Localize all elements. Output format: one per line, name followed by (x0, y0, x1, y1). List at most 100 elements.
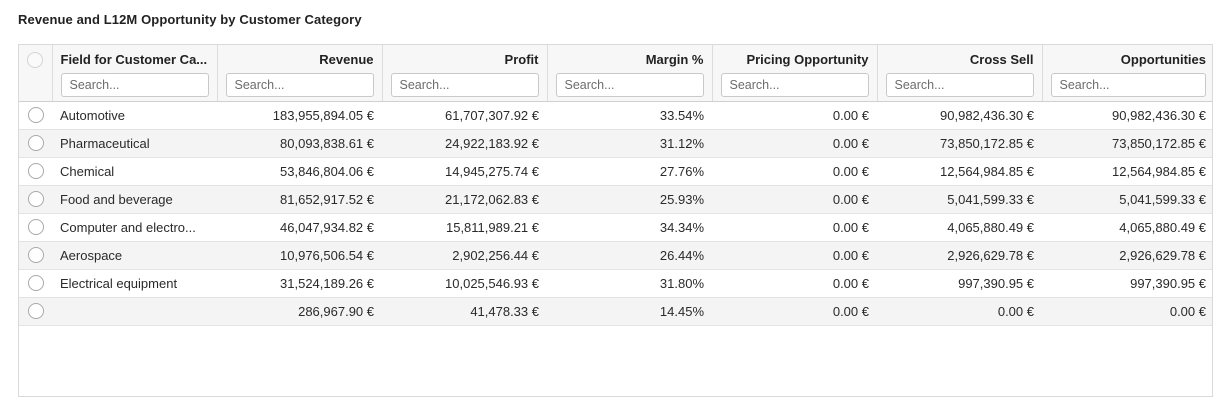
opportunities-cell: 2,926,629.78 € (1042, 241, 1212, 270)
pricing-opportunity-search-input[interactable] (720, 73, 869, 97)
opportunities-cell: 997,390.95 € (1042, 269, 1212, 298)
opportunities-cell: 73,850,172.85 € (1042, 129, 1212, 158)
column-label[interactable]: Opportunities (1051, 52, 1206, 68)
column-header-customer-category[interactable]: Field for Customer Ca... (52, 45, 218, 102)
table-row[interactable]: Electrical equipment 31,524,189.26 € 10,… (19, 269, 1212, 298)
column-label[interactable]: Revenue (226, 52, 373, 68)
row-select-radio[interactable] (27, 107, 44, 124)
table-row[interactable]: 286,967.90 € 41,478.33 € 14.45% 0.00 € 0… (19, 297, 1212, 326)
opportunities-cell: 0.00 € (1042, 297, 1212, 326)
column-header-profit[interactable]: Profit (382, 45, 548, 102)
category-cell: Electrical equipment (52, 269, 217, 298)
cross-sell-cell: 90,982,436.30 € (877, 101, 1042, 130)
margin-cell: 27.76% (547, 157, 712, 186)
row-select-cell (19, 297, 52, 326)
row-select-radio[interactable] (27, 303, 44, 320)
cross-sell-search-input[interactable] (885, 73, 1034, 97)
margin-cell: 14.45% (547, 297, 712, 326)
report-title: Revenue and L12M Opportunity by Customer… (18, 12, 362, 27)
pricing-opportunity-cell: 0.00 € (712, 129, 877, 158)
category-cell: Computer and electro... (52, 213, 217, 242)
column-header-revenue[interactable]: Revenue (217, 45, 383, 102)
cross-sell-cell: 73,850,172.85 € (877, 129, 1042, 158)
data-grid: Field for Customer Ca... Revenue Profit … (18, 44, 1213, 397)
row-select-radio[interactable] (27, 163, 44, 180)
opportunities-cell: 90,982,436.30 € (1042, 101, 1212, 130)
column-label[interactable]: Field for Customer Ca... (61, 52, 209, 68)
table-body: Automotive 183,955,894.05 € 61,707,307.9… (19, 101, 1212, 326)
table-row[interactable]: Chemical 53,846,804.06 € 14,945,275.74 €… (19, 157, 1212, 186)
row-select-radio[interactable] (27, 191, 44, 208)
margin-search-input[interactable] (555, 73, 704, 97)
table-row[interactable]: Automotive 183,955,894.05 € 61,707,307.9… (19, 101, 1212, 130)
profit-cell: 15,811,989.21 € (382, 213, 547, 242)
profit-cell: 2,902,256.44 € (382, 241, 547, 270)
revenue-cell: 31,524,189.26 € (217, 269, 382, 298)
profit-cell: 14,945,275.74 € (382, 157, 547, 186)
margin-cell: 31.12% (547, 129, 712, 158)
cross-sell-cell: 12,564,984.85 € (877, 157, 1042, 186)
customer-category-search-input[interactable] (60, 73, 209, 97)
row-select-cell (19, 213, 52, 242)
profit-cell: 61,707,307.92 € (382, 101, 547, 130)
profit-cell: 10,025,546.93 € (382, 269, 547, 298)
table-row[interactable]: Aerospace 10,976,506.54 € 2,902,256.44 €… (19, 241, 1212, 270)
pricing-opportunity-cell: 0.00 € (712, 185, 877, 214)
opportunities-cell: 4,065,880.49 € (1042, 213, 1212, 242)
data-table: Field for Customer Ca... Revenue Profit … (19, 45, 1212, 326)
cross-sell-cell: 4,065,880.49 € (877, 213, 1042, 242)
opportunities-cell: 12,564,984.85 € (1042, 157, 1212, 186)
row-select-radio[interactable] (27, 275, 44, 292)
row-select-cell (19, 157, 52, 186)
profit-cell: 24,922,183.92 € (382, 129, 547, 158)
column-label[interactable]: Pricing Opportunity (721, 52, 868, 68)
pricing-opportunity-cell: 0.00 € (712, 213, 877, 242)
row-select-cell (19, 269, 52, 298)
row-select-radio[interactable] (27, 219, 44, 236)
category-cell: Chemical (52, 157, 217, 186)
column-label[interactable]: Margin % (556, 52, 704, 68)
table-row[interactable]: Food and beverage 81,652,917.52 € 21,172… (19, 185, 1212, 214)
pricing-opportunity-cell: 0.00 € (712, 241, 877, 270)
opportunities-search-input[interactable] (1050, 73, 1206, 97)
table-row[interactable]: Pharmaceutical 80,093,838.61 € 24,922,18… (19, 129, 1212, 158)
revenue-cell: 46,047,934.82 € (217, 213, 382, 242)
row-select-radio[interactable] (27, 135, 44, 152)
revenue-cell: 80,093,838.61 € (217, 129, 382, 158)
margin-cell: 31.80% (547, 269, 712, 298)
row-select-cell (19, 241, 52, 270)
revenue-cell: 53,846,804.06 € (217, 157, 382, 186)
cross-sell-cell: 0.00 € (877, 297, 1042, 326)
row-select-cell (19, 185, 52, 214)
cross-sell-cell: 2,926,629.78 € (877, 241, 1042, 270)
column-header-margin[interactable]: Margin % (547, 45, 713, 102)
profit-cell: 41,478.33 € (382, 297, 547, 326)
category-cell: Automotive (52, 101, 217, 130)
category-cell: Pharmaceutical (52, 129, 217, 158)
category-cell (52, 297, 217, 326)
pricing-opportunity-cell: 0.00 € (712, 297, 877, 326)
column-header-pricing-opportunity[interactable]: Pricing Opportunity (712, 45, 878, 102)
margin-cell: 25.93% (547, 185, 712, 214)
margin-cell: 26.44% (547, 241, 712, 270)
pricing-opportunity-cell: 0.00 € (712, 157, 877, 186)
column-label[interactable]: Cross Sell (886, 52, 1034, 68)
row-select-radio[interactable] (27, 247, 44, 264)
category-cell: Aerospace (52, 241, 217, 270)
category-cell: Food and beverage (52, 185, 217, 214)
table-row[interactable]: Computer and electro... 46,047,934.82 € … (19, 213, 1212, 242)
opportunities-cell: 5,041,599.33 € (1042, 185, 1212, 214)
cross-sell-cell: 997,390.95 € (877, 269, 1042, 298)
pricing-opportunity-cell: 0.00 € (712, 269, 877, 298)
profit-search-input[interactable] (390, 73, 539, 97)
revenue-cell: 183,955,894.05 € (217, 101, 382, 130)
select-all-header (19, 45, 53, 102)
cross-sell-cell: 5,041,599.33 € (877, 185, 1042, 214)
column-header-cross-sell[interactable]: Cross Sell (877, 45, 1043, 102)
column-label[interactable]: Profit (391, 52, 539, 68)
row-select-cell (19, 129, 52, 158)
header-row: Field for Customer Ca... Revenue Profit … (19, 45, 1212, 102)
revenue-search-input[interactable] (225, 73, 374, 97)
select-all-radio[interactable] (27, 51, 44, 68)
column-header-opportunities[interactable]: Opportunities (1042, 45, 1212, 102)
